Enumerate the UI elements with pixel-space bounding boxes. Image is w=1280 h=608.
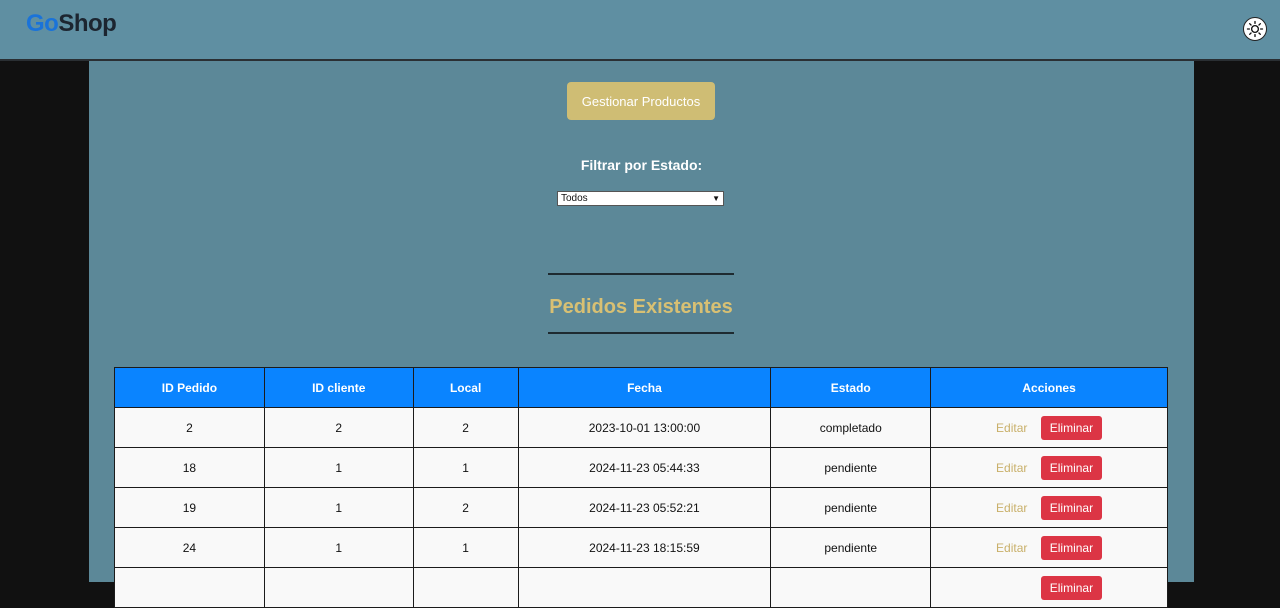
cell-fecha: 2024-11-23 05:52:21 bbox=[517, 487, 772, 528]
cell-acciones: Editar Eliminar bbox=[930, 447, 1168, 488]
delete-button[interactable]: Eliminar bbox=[1040, 455, 1103, 480]
table-header-row: ID Pedido ID cliente Local Fecha Estado … bbox=[114, 367, 1168, 408]
cell-id-cliente: 1 bbox=[263, 447, 414, 488]
cell-id-cliente bbox=[263, 567, 414, 608]
cell-acciones: Editar Eliminar bbox=[930, 407, 1168, 448]
theme-toggle-button[interactable] bbox=[1243, 17, 1267, 41]
top-bar: GoShop bbox=[0, 0, 1280, 61]
table-row: Editar Eliminar bbox=[114, 567, 1168, 608]
edit-button[interactable]: Editar bbox=[996, 421, 1027, 435]
cell-id-pedido bbox=[114, 567, 265, 608]
section-title-block: Pedidos Existentes bbox=[548, 273, 734, 334]
delete-button[interactable]: Eliminar bbox=[1040, 415, 1103, 440]
cell-estado bbox=[770, 567, 932, 608]
edit-button[interactable]: Editar bbox=[996, 541, 1027, 555]
cell-local: 1 bbox=[412, 527, 519, 568]
column-header-id-cliente: ID cliente bbox=[263, 367, 414, 408]
delete-button[interactable]: Eliminar bbox=[1040, 575, 1103, 600]
cell-id-pedido: 2 bbox=[114, 407, 265, 448]
cell-id-pedido: 24 bbox=[114, 527, 265, 568]
orders-table: ID Pedido ID cliente Local Fecha Estado … bbox=[114, 367, 1168, 608]
main-panel: Gestionar Productos Filtrar por Estado: … bbox=[89, 61, 1194, 608]
filter-label: Filtrar por Estado: bbox=[580, 157, 703, 173]
manage-products-button[interactable]: Gestionar Productos bbox=[567, 82, 715, 120]
edit-button[interactable]: Editar bbox=[996, 501, 1027, 515]
cell-estado: pendiente bbox=[770, 447, 932, 488]
edit-button[interactable]: Editar bbox=[996, 461, 1027, 475]
cell-id-pedido: 18 bbox=[114, 447, 265, 488]
table-row: 18 1 1 2024-11-23 05:44:33 pendiente Edi… bbox=[114, 447, 1168, 488]
sun-icon bbox=[1246, 20, 1264, 38]
table-row: 24 1 1 2024-11-23 18:15:59 pendiente Edi… bbox=[114, 527, 1168, 568]
column-header-acciones: Acciones bbox=[930, 367, 1168, 408]
cell-estado: pendiente bbox=[770, 527, 932, 568]
cell-local: 2 bbox=[412, 487, 519, 528]
table-row: 19 1 2 2024-11-23 05:52:21 pendiente Edi… bbox=[114, 487, 1168, 528]
status-filter-value: Todos bbox=[561, 193, 588, 204]
cell-id-cliente: 2 bbox=[263, 407, 414, 448]
column-header-id-pedido: ID Pedido bbox=[114, 367, 265, 408]
column-header-local: Local bbox=[412, 367, 519, 408]
cell-id-cliente: 1 bbox=[263, 527, 414, 568]
cell-local: 1 bbox=[412, 447, 519, 488]
column-header-estado: Estado bbox=[770, 367, 932, 408]
section-title: Pedidos Existentes bbox=[549, 296, 733, 318]
cell-acciones: Editar Eliminar bbox=[930, 487, 1168, 528]
cell-acciones: Editar Eliminar bbox=[930, 527, 1168, 568]
logo-shop: Shop bbox=[58, 10, 117, 37]
cell-id-cliente: 1 bbox=[263, 487, 414, 528]
cell-acciones: Editar Eliminar bbox=[930, 567, 1168, 608]
cell-fecha: 2024-11-23 18:15:59 bbox=[517, 527, 772, 568]
cell-local bbox=[412, 567, 519, 608]
delete-button[interactable]: Eliminar bbox=[1040, 535, 1103, 560]
logo[interactable]: GoShop bbox=[26, 10, 117, 38]
cell-fecha: 2024-11-23 05:44:33 bbox=[517, 447, 772, 488]
cell-fecha: 2023-10-01 13:00:00 bbox=[517, 407, 772, 448]
delete-button[interactable]: Eliminar bbox=[1040, 495, 1103, 520]
status-filter-select[interactable]: Todos ▼ bbox=[557, 191, 724, 206]
cell-estado: pendiente bbox=[770, 487, 932, 528]
chevron-down-icon: ▼ bbox=[712, 194, 720, 203]
column-header-fecha: Fecha bbox=[517, 367, 772, 408]
logo-go: Go bbox=[26, 10, 59, 37]
cell-local: 2 bbox=[412, 407, 519, 448]
cell-id-pedido: 19 bbox=[114, 487, 265, 528]
table-row: 2 2 2 2023-10-01 13:00:00 completado Edi… bbox=[114, 407, 1168, 448]
cell-fecha bbox=[517, 567, 772, 608]
cell-estado: completado bbox=[770, 407, 932, 448]
